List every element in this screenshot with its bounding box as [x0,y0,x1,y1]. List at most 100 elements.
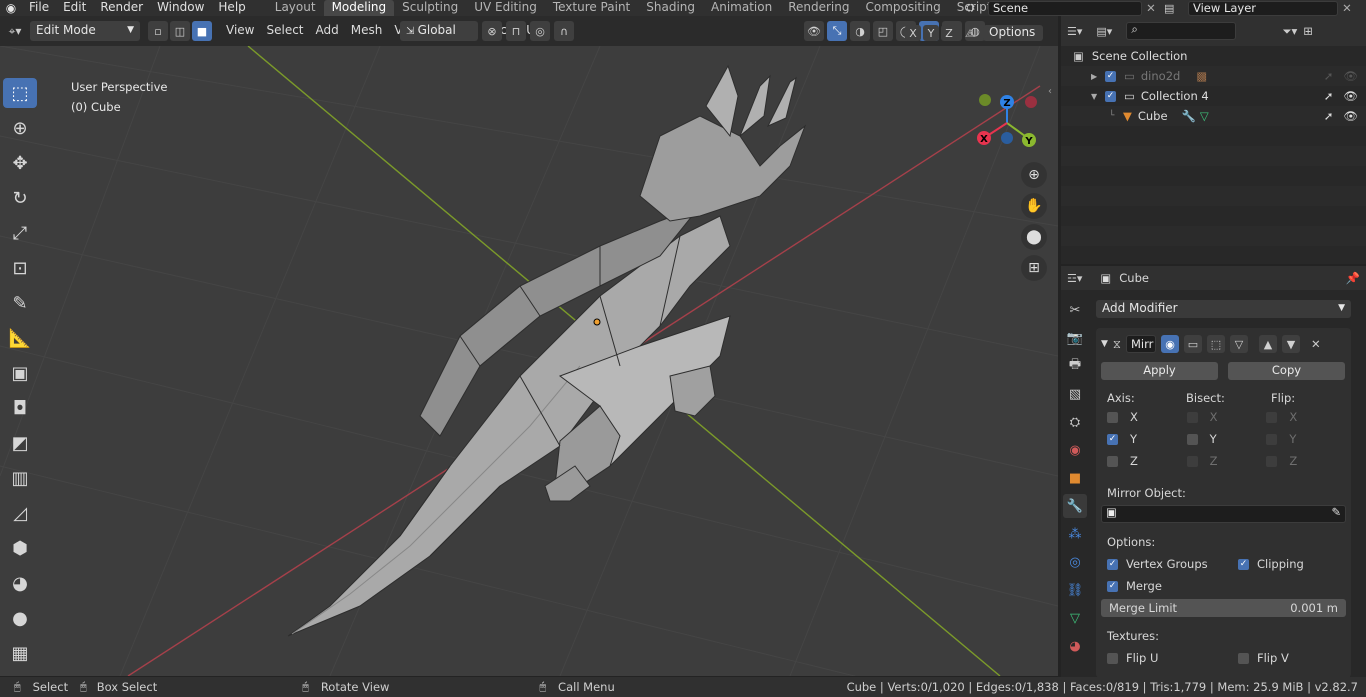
world-tab-icon[interactable]: ◉ [1063,438,1087,462]
xray-icon[interactable]: ◰ [873,21,893,41]
tab-layout[interactable]: Layout [267,0,324,16]
render-toggle-icon[interactable]: ◉ [1161,335,1179,353]
merge-checkbox[interactable]: ✓ [1107,580,1118,592]
eye-icon[interactable]: 👁 [1343,89,1358,103]
physics-tab-icon[interactable]: ◎ [1063,550,1087,574]
apply-button[interactable]: Apply [1101,362,1218,380]
menu-file[interactable]: File [22,0,56,16]
add-modifier-dropdown[interactable]: Add Modifier ▼ [1096,300,1351,318]
modifier-tab-icon[interactable]: 🔧 [1063,494,1087,518]
select-arrow-icon[interactable]: ➚ [1324,69,1334,83]
tab-texture-paint[interactable]: Texture Paint [545,0,638,16]
falloff-icon[interactable]: ∩ [554,21,574,41]
viewport-scene[interactable] [0,46,1058,676]
bisect-z-checkbox[interactable] [1186,455,1198,467]
inset-tool-icon[interactable]: ◘ [3,393,37,423]
scene-tab-icon[interactable]: ⛭ [1063,410,1087,434]
overlay-icon[interactable]: ◑ [850,21,870,41]
constraints-tab-icon[interactable]: ⛓ [1063,578,1087,602]
mirror-options-icon[interactable]: ⟁ [959,26,981,41]
axis-x-toggle[interactable]: X [905,25,921,41]
mode-dropdown[interactable]: Edit Mode ▼ [30,21,140,41]
object-tab-icon[interactable]: ■ [1063,466,1087,490]
3d-viewport[interactable]: User Perspective (0) Cube Z Y X ⊕ ✋ ⬤ ⊞ … [0,46,1058,676]
view-layer-close-icon[interactable]: ✕ [1338,1,1356,15]
transform-tool-icon[interactable]: ⊡ [3,253,37,283]
select-box-tool-icon[interactable]: ⬚ [3,78,37,108]
mirror-object-field[interactable]: ▣ ✎ [1101,505,1346,523]
tab-animation[interactable]: Animation [703,0,780,16]
gizmo-neg-x-icon[interactable] [1025,96,1037,108]
axis-x-checkbox[interactable] [1107,411,1118,423]
tab-compositing[interactable]: Compositing [857,0,948,16]
tab-modeling[interactable]: Modeling [323,0,395,16]
tool-tab-icon[interactable]: ✂ [1063,298,1087,322]
remove-modifier-icon[interactable]: ✕ [1311,337,1321,351]
outliner-row[interactable]: ▣ Scene Collection [1061,46,1366,66]
edge-slide-tool-icon[interactable]: ▦ [3,638,37,668]
proportional-edit-icon[interactable]: ◎ [530,21,550,41]
pan-hand-icon[interactable]: ✋ [1021,193,1047,219]
display-mode-icon[interactable]: ▤▾ [1096,25,1112,38]
new-collection-icon[interactable]: ⊞ [1303,24,1313,38]
copy-button[interactable]: Copy [1228,362,1345,380]
view-layer-icon[interactable]: ▤ [1164,2,1188,15]
cube-mesh[interactable] [287,64,807,637]
camera-view-icon[interactable]: ⬤ [1021,224,1047,250]
view-layer-field[interactable]: View Layer [1188,0,1338,16]
bisect-y-checkbox[interactable] [1186,433,1198,445]
tab-shading[interactable]: Shading [638,0,703,16]
viewport-menu-select[interactable]: Select [260,21,309,41]
axis-z-toggle[interactable]: Z [941,25,957,41]
snap-icon[interactable]: ⊓ [506,21,526,41]
menu-render[interactable]: Render [93,0,150,16]
rotate-tool-icon[interactable]: ↻ [3,183,37,213]
view-layer-tab-icon[interactable]: ▧ [1063,382,1087,406]
modifier-name-input[interactable]: Mirr [1126,335,1156,353]
extrude-tool-icon[interactable]: ▣ [3,358,37,388]
face-select-icon[interactable]: ■ [192,21,212,41]
flip-z-checkbox[interactable] [1266,455,1278,467]
properties-editor-icon[interactable]: ☲▾ [1067,272,1082,285]
bevel-tool-icon[interactable]: ◩ [3,428,37,458]
edge-select-icon[interactable]: ◫ [170,21,190,41]
pin-icon[interactable]: 📌 [1346,271,1360,285]
sidebar-toggle-icon[interactable]: ‹ [1048,86,1052,97]
clipping-checkbox[interactable]: ✓ [1238,558,1249,570]
cursor-tool-icon[interactable]: ⊕ [3,113,37,143]
tab-sculpting[interactable]: Sculpting [394,0,466,16]
move-tool-icon[interactable]: ✥ [3,148,37,178]
merge-limit-field[interactable]: Merge Limit 0.001 m [1101,599,1346,617]
poly-build-tool-icon[interactable]: ⬢ [3,533,37,563]
menu-window[interactable]: Window [150,0,211,16]
zoom-icon[interactable]: ⊕ [1021,162,1047,188]
eye-icon[interactable]: 👁 [1343,109,1358,123]
outliner-row[interactable]: └ ▼ Cube 🔧 ▽ ➚ 👁 [1061,106,1366,126]
exclude-checkbox[interactable]: ✓ [1105,70,1116,82]
cage-toggle-icon[interactable]: ▽ [1230,335,1248,353]
particles-tab-icon[interactable]: ⁂ [1063,522,1087,546]
navigation-gizmo[interactable]: Z Y X [970,92,1040,152]
axis-y-checkbox[interactable]: ✓ [1107,433,1118,445]
axis-y-toggle[interactable]: Y [923,25,939,41]
move-down-icon[interactable]: ▼ [1282,335,1300,353]
gizmo-icon[interactable]: ⤡ [827,21,847,41]
data-tab-icon[interactable]: ▽ [1063,606,1087,630]
scale-tool-icon[interactable]: ⤢ [3,218,37,248]
expand-arrow-icon[interactable]: ▶ [1091,72,1105,81]
menu-edit[interactable]: Edit [56,0,93,16]
options-dropdown[interactable]: Options [983,25,1043,41]
viewport-menu-mesh[interactable]: Mesh [345,21,389,41]
filter-icon[interactable]: ⏷▾ [1282,24,1297,39]
tab-uv-editing[interactable]: UV Editing [466,0,545,16]
visibility-icon[interactable]: 👁 [804,21,824,41]
blender-logo-icon[interactable]: ◉ [0,1,22,15]
transform-orientation-dropdown[interactable]: ⇲ Global [400,21,478,41]
vertex-select-icon[interactable]: ▫ [148,21,168,41]
axis-z-checkbox[interactable] [1107,455,1118,467]
bisect-x-checkbox[interactable] [1186,411,1198,423]
tab-rendering[interactable]: Rendering [780,0,857,16]
outliner-search-input[interactable]: ⌕ [1126,22,1237,40]
menu-help[interactable]: Help [211,0,252,16]
viewport-menu-add[interactable]: Add [310,21,345,41]
